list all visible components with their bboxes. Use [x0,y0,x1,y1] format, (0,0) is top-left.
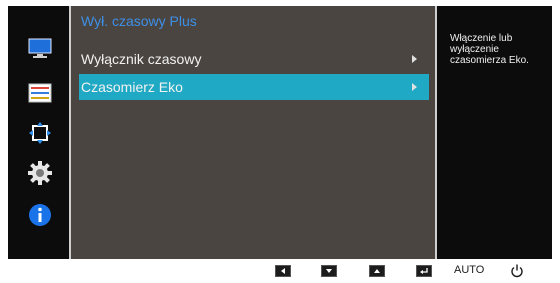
left-arrow-icon [281,268,285,274]
settings-gear-icon[interactable] [28,161,52,185]
menu-item-label: Wyłącznik czasowy [81,51,202,67]
submenu-arrow-icon [412,83,417,91]
submenu-arrow-icon [412,55,417,63]
menu-item-czasomierz-eko[interactable]: Czasomierz Eko [79,74,429,100]
up-arrow-icon [374,269,380,273]
bottom-button-bar: AUTO [0,264,560,278]
up-arrow-button[interactable] [369,265,385,277]
down-arrow-icon [326,269,332,273]
monitor-icon[interactable] [28,37,52,61]
menu-panel: Wył. czasowy Plus Wyłącznik czasowy Czas… [69,6,437,259]
help-text: Włączenie lub wyłączenie czasomierza Eko… [450,33,529,66]
menu-item-label: Czasomierz Eko [81,79,183,95]
enter-icon [420,268,428,274]
auto-button[interactable]: AUTO [454,264,484,276]
menu-title: Wył. czasowy Plus [81,13,197,29]
position-size-icon[interactable] [28,121,52,145]
power-icon[interactable] [510,264,524,283]
down-arrow-button[interactable] [321,265,337,277]
info-icon[interactable] [28,203,52,227]
menu-item-wylacznik-czasowy[interactable]: Wyłącznik czasowy [79,46,429,72]
sidebar [8,6,69,259]
enter-button[interactable] [416,265,432,277]
left-arrow-button[interactable] [275,265,291,277]
picture-settings-icon[interactable] [28,81,52,105]
